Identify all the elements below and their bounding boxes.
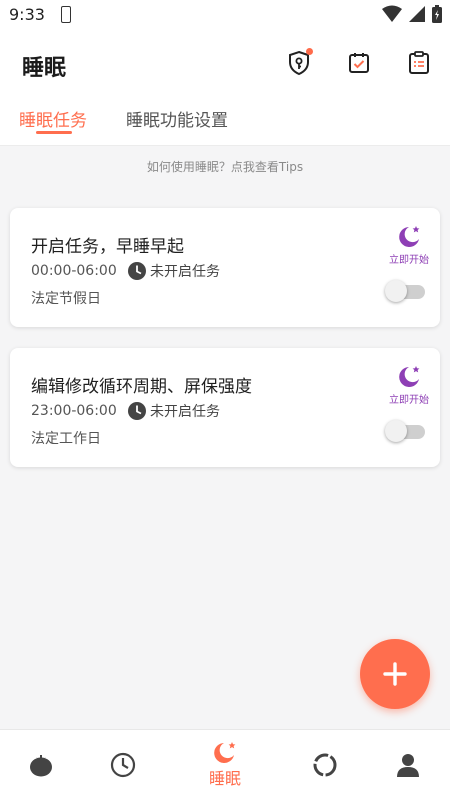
- cell-signal-icon: [409, 6, 425, 22]
- app-actions: [286, 48, 432, 76]
- moon-star-icon: [399, 226, 420, 247]
- tomato-icon: [30, 755, 52, 777]
- tab-sleep-tasks[interactable]: 睡眠任务: [19, 106, 87, 131]
- nav-progress[interactable]: [290, 730, 360, 799]
- plus-icon: [383, 662, 407, 686]
- task-status: 未开启任务: [127, 261, 220, 281]
- battery-icon: [432, 5, 442, 23]
- notification-dot: [306, 48, 313, 55]
- nav-profile[interactable]: [373, 730, 443, 799]
- tab-sleep-settings[interactable]: 睡眠功能设置: [126, 106, 228, 131]
- task-card[interactable]: 开启任务，早睡早起 00:00-06:00 未开启任务 法定节假日 立即开始: [10, 208, 440, 327]
- task-toggle[interactable]: [385, 420, 427, 442]
- moon-star-icon: [214, 742, 236, 763]
- add-task-button[interactable]: [360, 639, 430, 709]
- clock-icon: [128, 402, 146, 420]
- moon-star-icon: [399, 366, 420, 387]
- toggle-thumb: [385, 420, 407, 442]
- shield-key-button[interactable]: [286, 48, 313, 76]
- tab-indicator: [36, 131, 72, 134]
- circle-progress-icon: [313, 753, 337, 777]
- start-now-button[interactable]: 立即开始: [388, 365, 430, 406]
- clipboard-list-icon: [409, 51, 429, 74]
- start-now-button[interactable]: 立即开始: [388, 225, 430, 266]
- task-card[interactable]: 编辑修改循环周期、屏保强度 23:00-06:00 未开启任务 法定工作日 立即…: [10, 348, 440, 467]
- calendar-check-button[interactable]: [346, 50, 372, 76]
- status-icons: [382, 5, 442, 23]
- toggle-thumb: [385, 280, 407, 302]
- clipboard-list-button[interactable]: [406, 50, 432, 76]
- nav-sleep-label: 睡眠: [208, 769, 241, 788]
- task-title: 开启任务，早睡早起: [31, 237, 184, 257]
- bottom-nav: 睡眠: [0, 729, 450, 799]
- calendar-check-icon: [349, 53, 369, 73]
- page-title: 睡眠: [22, 56, 67, 81]
- task-days: 法定工作日: [31, 431, 101, 447]
- status-bar: 9:33: [0, 0, 450, 32]
- task-status-label: 未开启任务: [150, 264, 220, 280]
- tab-bar: 睡眠任务 睡眠功能设置: [0, 94, 450, 146]
- start-now-label: 立即开始: [389, 395, 429, 406]
- task-days: 法定节假日: [31, 291, 101, 307]
- task-title: 编辑修改循环周期、屏保强度: [31, 377, 252, 397]
- nav-clock[interactable]: [88, 730, 158, 799]
- wifi-icon: [382, 5, 402, 22]
- phone-icon: [61, 6, 71, 23]
- task-time: 23:00-06:00: [31, 403, 117, 419]
- nav-tomato[interactable]: [6, 730, 76, 799]
- task-status: 未开启任务: [127, 401, 220, 421]
- user-icon: [397, 754, 419, 777]
- task-toggle[interactable]: [385, 280, 427, 302]
- task-time: 00:00-06:00: [31, 263, 117, 279]
- app-bar: 睡眠: [0, 32, 450, 94]
- tips-link[interactable]: 如何使用睡眠？点我查看Tips: [0, 158, 450, 175]
- status-time: 9:33: [9, 5, 45, 24]
- start-now-label: 立即开始: [389, 255, 429, 266]
- clock-icon: [110, 752, 136, 778]
- nav-sleep[interactable]: 睡眠: [190, 730, 260, 799]
- clock-icon: [128, 262, 146, 280]
- task-status-label: 未开启任务: [150, 404, 220, 420]
